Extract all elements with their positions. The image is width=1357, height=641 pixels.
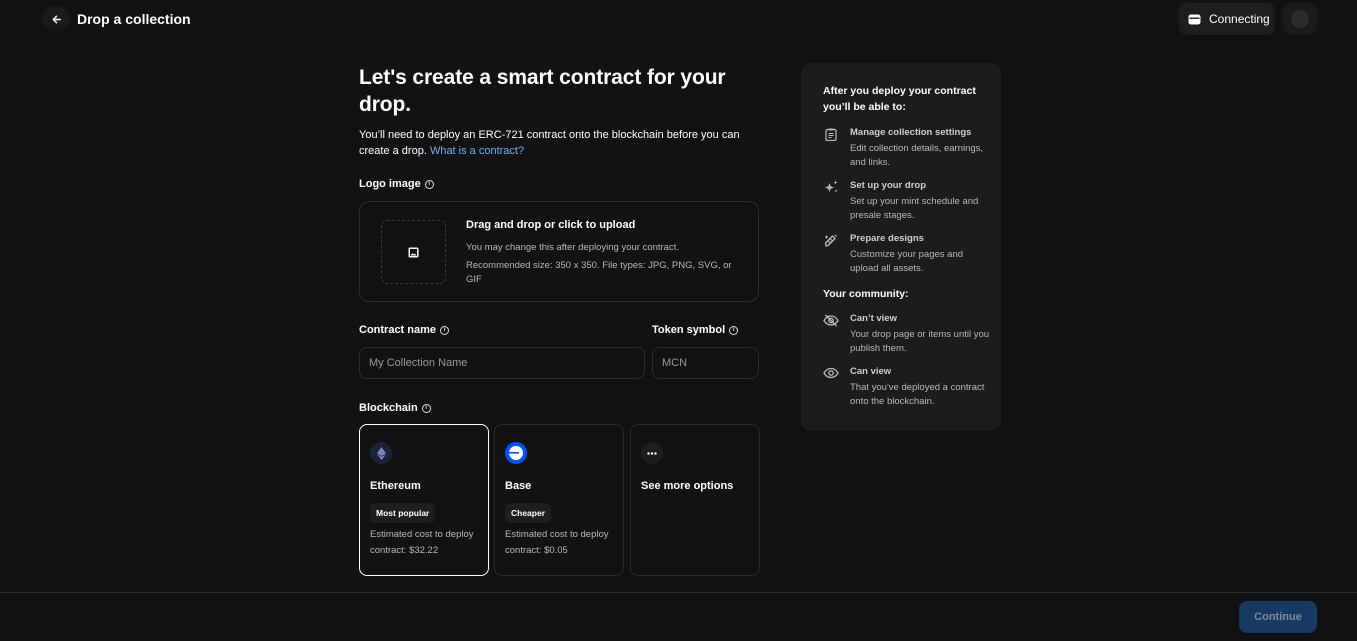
wallet-icon xyxy=(1188,14,1201,24)
page-title: Drop a collection xyxy=(77,11,191,27)
upload-note: You may change this after deploying your… xyxy=(466,242,679,253)
ethereum-icon xyxy=(370,442,392,464)
info-icon[interactable]: i xyxy=(421,403,431,413)
top-bar: Drop a collection Connecting xyxy=(0,0,1357,40)
design-pen-icon xyxy=(823,233,839,247)
chain-cost: Estimated cost to deploy contract: $32.2… xyxy=(370,529,474,556)
continue-button[interactable]: Continue xyxy=(1239,601,1317,633)
community-heading: Your community: xyxy=(823,288,909,300)
image-icon xyxy=(408,247,419,257)
what-is-contract-link[interactable]: What is a contract? xyxy=(430,145,524,157)
eye-icon xyxy=(823,366,839,380)
info-item-title: Set up your drop xyxy=(850,180,926,191)
community-item-title: Can’t view xyxy=(850,313,897,324)
page-heading: Let's create a smart contract for your d… xyxy=(359,66,726,116)
chain-cost: Estimated cost to deploy contract: $0.05 xyxy=(505,529,609,556)
intro-body: You’ll need to deploy an ERC-721 contrac… xyxy=(359,129,740,157)
wallet-connect-button[interactable]: Connecting xyxy=(1179,3,1275,35)
main-content: Let's create a smart contract for your d… xyxy=(359,64,759,159)
avatar xyxy=(1291,10,1309,28)
blockchain-option-more[interactable]: See more options xyxy=(630,424,760,576)
chain-name: See more options xyxy=(641,480,734,492)
contract-name-input[interactable] xyxy=(359,347,645,379)
info-icon[interactable]: i xyxy=(729,325,739,335)
arrow-left-icon xyxy=(52,15,61,23)
community-item-title: Can view xyxy=(850,366,892,377)
eye-off-icon xyxy=(823,313,839,327)
chain-badge: Cheaper xyxy=(505,503,552,523)
chain-name: Base xyxy=(505,480,532,492)
base-icon xyxy=(505,442,527,464)
clipboard-icon xyxy=(823,127,839,141)
contract-name-label: Contract name i xyxy=(359,324,450,336)
intro-text: You’ll need to deploy an ERC-721 contrac… xyxy=(359,127,759,159)
chain-name: Ethereum xyxy=(370,480,421,492)
logo-upload-dropzone[interactable]: Drag and drop or click to upload You may… xyxy=(359,201,759,302)
blockchain-label: Blockchain i xyxy=(359,402,431,414)
info-item-title: Manage collection settings xyxy=(850,127,972,138)
token-symbol-input[interactable] xyxy=(652,347,759,379)
contract-name-label-text: Contract name xyxy=(359,324,437,336)
info-icon[interactable]: i xyxy=(424,179,434,189)
upload-title: Drag and drop or click to upload xyxy=(466,219,636,231)
info-item-desc: Edit collection details, earnings, and l… xyxy=(850,143,984,168)
info-panel: After you deploy your contract you’ll be… xyxy=(801,63,1001,431)
token-symbol-label-text: Token symbol xyxy=(652,324,726,336)
account-button[interactable] xyxy=(1283,3,1317,35)
back-button[interactable] xyxy=(43,6,69,32)
footer-bar: Continue xyxy=(0,592,1357,641)
blockchain-option-ethereum[interactable]: Ethereum Most popular Estimated cost to … xyxy=(359,424,489,576)
sparkles-icon xyxy=(823,180,839,194)
blockchain-label-text: Blockchain xyxy=(359,402,418,414)
token-symbol-label: Token symbol i xyxy=(652,324,739,336)
info-item-desc: Set up your mint schedule and presale st… xyxy=(850,196,979,221)
community-item-desc: Your drop page or items until you publis… xyxy=(850,329,990,354)
info-icon[interactable]: i xyxy=(440,325,450,335)
logo-label-text: Logo image xyxy=(359,178,421,190)
logo-image-label: Logo image i xyxy=(359,178,434,190)
info-panel-heading: After you deploy your contract you’ll be… xyxy=(823,85,976,113)
community-item-desc: That you've deployed a contract onto the… xyxy=(850,382,985,407)
more-icon xyxy=(641,442,663,464)
blockchain-option-base[interactable]: Base Cheaper Estimated cost to deploy co… xyxy=(494,424,624,576)
upload-requirements: Recommended size: 350 x 350. File types:… xyxy=(466,260,732,285)
info-item-desc: Customize your pages and upload all asse… xyxy=(850,249,964,274)
info-item-title: Prepare designs xyxy=(850,233,924,244)
chain-badge: Most popular xyxy=(370,503,436,523)
upload-preview xyxy=(381,220,446,284)
wallet-status-label: Connecting xyxy=(1209,12,1270,26)
